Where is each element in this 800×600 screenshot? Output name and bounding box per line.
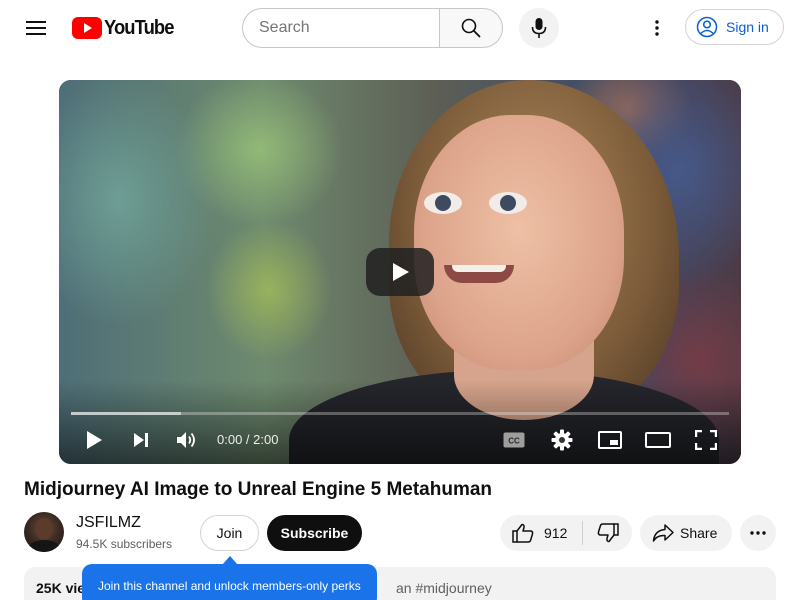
view-count: 25K vie <box>36 580 86 596</box>
youtube-play-logo-icon <box>72 17 102 39</box>
channel-name-link[interactable]: JSFILMZ <box>76 514 141 532</box>
join-tooltip: Join this channel and unlock members-onl… <box>82 564 377 600</box>
search-button[interactable] <box>439 8 503 48</box>
settings-gear-icon <box>551 429 573 451</box>
microphone-icon <box>531 18 547 38</box>
dislike-button[interactable] <box>583 515 632 551</box>
vertical-dots-icon <box>655 20 659 36</box>
share-button[interactable]: Share <box>640 515 732 551</box>
settings-menu-button[interactable] <box>637 8 677 48</box>
miniplayer-icon <box>598 431 622 449</box>
hamburger-icon <box>26 21 46 35</box>
subscriber-count: 94.5K subscribers <box>76 537 173 551</box>
sign-in-label: Sign in <box>726 19 769 35</box>
hashtag-text: an #midjourney <box>396 580 492 596</box>
sign-in-button[interactable]: Sign in <box>685 9 784 45</box>
more-actions-button[interactable] <box>740 515 776 551</box>
next-button[interactable] <box>123 420 159 460</box>
channel-avatar[interactable] <box>24 512 64 552</box>
video-subject-eye-left <box>424 192 462 214</box>
theater-icon <box>645 432 671 448</box>
search-icon <box>461 18 481 38</box>
share-label: Share <box>680 525 718 541</box>
video-subject-face <box>414 115 624 370</box>
voice-search-button[interactable] <box>519 8 559 48</box>
play-icon <box>393 263 409 281</box>
video-subject-mouth <box>444 265 514 283</box>
captions-icon: CC <box>503 432 525 448</box>
masthead: YouTube Sign in <box>0 0 800 56</box>
account-circle-icon <box>696 16 718 38</box>
volume-icon <box>177 432 195 448</box>
progress-loaded <box>71 412 181 415</box>
share-arrow-icon <box>652 524 674 542</box>
avatar-shirt <box>28 540 60 552</box>
mute-button[interactable] <box>169 420 205 460</box>
video-subject-eye-right <box>489 192 527 214</box>
next-icon <box>134 433 148 447</box>
theater-mode-button[interactable] <box>640 420 676 460</box>
avatar-face <box>35 518 53 540</box>
fullscreen-icon <box>695 430 717 450</box>
youtube-logo[interactable]: YouTube <box>72 16 180 40</box>
video-title: Midjourney AI Image to Unreal Engine 5 M… <box>24 479 493 500</box>
fullscreen-button[interactable] <box>688 420 724 460</box>
large-play-button[interactable] <box>366 248 434 296</box>
svg-text:CC: CC <box>508 437 520 446</box>
thumbs-up-icon <box>512 523 534 543</box>
miniplayer-button[interactable] <box>592 420 628 460</box>
play-icon <box>87 431 102 449</box>
search-box[interactable] <box>242 8 440 48</box>
player-controls: 0:00 / 2:00 CC <box>59 420 741 460</box>
like-count: 912 <box>544 525 568 541</box>
subscribe-button[interactable]: Subscribe <box>267 515 362 551</box>
progress-bar[interactable] <box>71 412 729 415</box>
like-button[interactable]: 912 <box>500 515 582 551</box>
guide-menu-button[interactable] <box>16 8 56 48</box>
horizontal-dots-icon <box>750 531 766 535</box>
search-input[interactable] <box>259 19 424 37</box>
like-dislike-group: 912 <box>500 515 632 551</box>
time-display: 0:00 / 2:00 <box>217 432 279 447</box>
play-button[interactable] <box>76 420 112 460</box>
captions-button[interactable]: CC <box>496 420 532 460</box>
logo-wordmark: YouTube <box>104 16 174 39</box>
thumbs-down-icon <box>597 523 619 543</box>
video-player[interactable]: 0:00 / 2:00 CC <box>59 80 741 464</box>
settings-button[interactable] <box>544 420 580 460</box>
join-button[interactable]: Join <box>200 515 259 551</box>
